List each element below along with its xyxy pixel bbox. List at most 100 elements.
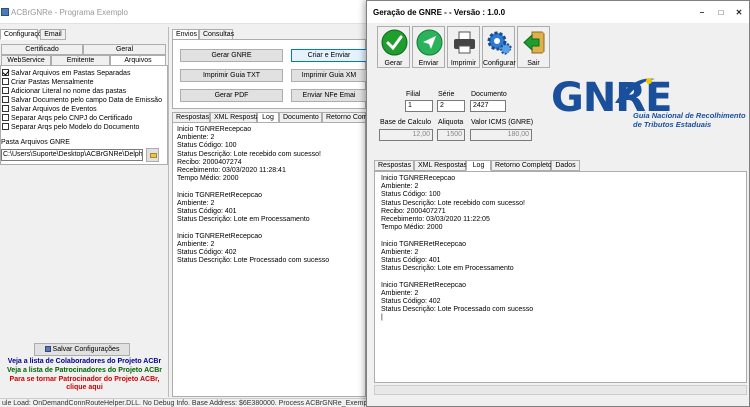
gnre-dialog: Geração de GNRE - - Versão : 1.0.0 – □ ✕… <box>366 0 750 407</box>
chk-pastas-separadas[interactable]: Salvar Arquivos em Pastas Separadas <box>2 69 130 78</box>
log-line: Ambiente: 2 <box>381 183 419 191</box>
imprimir-guia-xml-button[interactable]: Imprimir Guia XM <box>291 69 367 82</box>
logo-subtitle-1: Guia Nacional de Recolhimento <box>633 111 746 120</box>
checkbox[interactable] <box>2 114 9 121</box>
browse-folder-button[interactable] <box>146 148 159 162</box>
log-line: Status Descrição: Lote recebido com suce… <box>177 150 321 158</box>
text-cursor: | <box>381 314 383 322</box>
enviar-button[interactable]: Enviar <box>412 26 445 68</box>
tab-configuracoes[interactable]: Configurações <box>0 29 49 40</box>
log-line: Ambiente: 2 <box>177 134 215 142</box>
filial-label: Filial <box>406 91 421 98</box>
aliquota-input[interactable]: 1500 <box>437 129 465 141</box>
link-clique-aqui[interactable]: clique aqui <box>0 384 169 391</box>
exit-icon <box>523 31 545 54</box>
documento-input[interactable]: 2427 <box>470 100 506 112</box>
log-line: Ambiente: 2 <box>177 199 215 207</box>
checkbox-checked[interactable] <box>2 69 9 76</box>
chk-modelo-documento[interactable]: Separar Arqs pelo Modelo do Documento <box>2 123 139 132</box>
log-line: Inicio TGNRERetRecepcao <box>381 281 467 289</box>
dlg-tab-xml-respostas[interactable]: XML Respostas <box>414 160 467 171</box>
envios-panel: Envios Consultas Gerar GNRE Criar e Envi… <box>171 27 368 397</box>
imprimir-guia-txt-button[interactable]: Imprimir Guia TXT <box>180 69 283 82</box>
criar-enviar-button[interactable]: Criar e Enviar <box>291 49 367 62</box>
tab-certificado[interactable]: Certificado <box>1 44 83 55</box>
log-line: Recibo: 2000407271 <box>381 207 446 215</box>
gerar-button[interactable]: Gerar <box>377 26 410 68</box>
toolbar-label: Gerar <box>384 60 403 67</box>
dlg-tab-dados[interactable]: Dados <box>551 160 580 171</box>
logo-subtitle-2: de Tributos Estaduais <box>633 120 712 129</box>
log-line: Status Código: 100 <box>177 142 237 150</box>
chk-data-emissao[interactable]: Salvar Documento pelo campo Data de Emis… <box>2 96 162 105</box>
logo-swoosh-icon <box>615 78 655 103</box>
serie-input[interactable]: 2 <box>437 100 465 112</box>
link-colaboradores[interactable]: Veja a lista de Colaboradores do Projeto… <box>0 358 169 365</box>
toolbar-label: Enviar <box>418 60 439 67</box>
log-line: Status Código: 401 <box>177 208 237 216</box>
checkbox[interactable] <box>2 87 9 94</box>
valor-icms-input[interactable]: 180,00 <box>470 129 532 141</box>
link-tornar-patrocinador[interactable]: Para se tornar Patrocinador do Projeto A… <box>0 376 169 383</box>
dialog-title-bar: Geração de GNRE - - Versão : 1.0.0 – □ ✕ <box>367 1 749 23</box>
dlg-tab-respostas[interactable]: Respostas <box>374 160 414 171</box>
dialog-log-textarea[interactable]: Inicio TGNRERecepcao Ambiente: 2 Status … <box>374 171 747 383</box>
checkbox[interactable] <box>2 123 9 130</box>
gerar-pdf-button[interactable]: Gerar PDF <box>180 89 283 102</box>
log-line: Status Código: 402 <box>381 298 441 306</box>
minimize-icon[interactable]: – <box>697 8 707 18</box>
link-patrocinadores[interactable]: Veja a lista de Patrocinadores do Projet… <box>0 367 169 374</box>
log-textarea[interactable]: Inicio TGNRERecepcao Ambiente: 2 Status … <box>172 122 366 397</box>
maximize-icon[interactable]: □ <box>716 8 726 18</box>
base-calculo-input[interactable]: 12,00 <box>379 129 433 141</box>
chk-pastas-mensalmente[interactable]: Criar Pastas Mensalmente <box>2 78 93 87</box>
log-line: Status Descrição: Lote Processado com su… <box>381 306 534 314</box>
log-line: Ambiente: 2 <box>381 289 419 297</box>
folder-icon <box>150 153 157 158</box>
path-label: Pasta Arquivos GNRE <box>1 139 70 146</box>
save-config-button[interactable]: Salvar Configurações <box>34 343 130 356</box>
chk-cnpj-certificado[interactable]: Separar Arqs pelo CNPJ do Certificado <box>2 114 132 123</box>
imprimir-button[interactable]: Imprimir <box>447 26 480 68</box>
enviar-nfe-email-button[interactable]: Enviar NFe Emai <box>291 89 367 102</box>
toolbar-label: Configurar <box>483 60 516 67</box>
gerar-gnre-button[interactable]: Gerar GNRE <box>180 49 283 62</box>
log-line: Status Descrição: Lote em Processamento <box>177 216 310 224</box>
printer-icon <box>454 31 475 54</box>
log-line: Status Código: 100 <box>381 191 441 199</box>
chk-literal-pastas[interactable]: Adicionar Literal no nome das pastas <box>2 87 126 96</box>
app-icon <box>1 8 9 16</box>
tab-geral[interactable]: Geral <box>83 44 166 55</box>
log-line: Tempo Médio: 2000 <box>177 175 239 183</box>
log-line: Recibo: 2000407274 <box>177 158 242 166</box>
log-line: Status Descrição: Lote recebido com suce… <box>381 199 525 207</box>
aliquota-label: Aliquota <box>438 119 464 126</box>
chk-arquivos-eventos[interactable]: Salvar Arquivos de Eventos <box>2 105 97 114</box>
filial-input[interactable]: 1 <box>405 100 433 112</box>
tab-email[interactable]: Email <box>40 29 66 40</box>
configurar-button[interactable]: Configurar <box>482 26 516 68</box>
log-line: Recebimento: 03/03/2020 11:28:41 <box>177 167 286 175</box>
window-title: ACBrGNRe - Programa Exemplo <box>11 8 128 17</box>
checkbox[interactable] <box>2 105 9 112</box>
dlg-tab-retorno-completo[interactable]: Retorno Completo <box>491 160 552 171</box>
log-line: Recebimento: 03/03/2020 11:22:05 <box>381 216 490 224</box>
log-line: Inicio TGNRERetRecepcao <box>381 240 467 248</box>
save-icon <box>44 346 51 352</box>
path-input[interactable]: C:\Users\Suporte\Desktop\ACBrGNRe\Delphi… <box>1 149 143 161</box>
log-line: Status Código: 401 <box>381 257 441 265</box>
close-icon[interactable]: ✕ <box>734 8 744 18</box>
base-calculo-label: Base de Calculo <box>380 119 431 126</box>
log-line: Ambiente: 2 <box>177 240 215 248</box>
dlg-tab-log[interactable]: Log <box>466 160 491 171</box>
sair-button[interactable]: Sair <box>517 26 550 68</box>
gnre-logo: GNRE Guia Nacional de Recolhimento de Tr… <box>551 73 746 155</box>
checkbox[interactable] <box>2 96 9 103</box>
checkmark-icon <box>381 29 408 56</box>
checkbox[interactable] <box>2 78 9 85</box>
config-panel: Configurações Email Certificado Geral We… <box>0 27 169 397</box>
dialog-status-strip <box>374 385 747 395</box>
serie-label: Série <box>438 91 455 98</box>
